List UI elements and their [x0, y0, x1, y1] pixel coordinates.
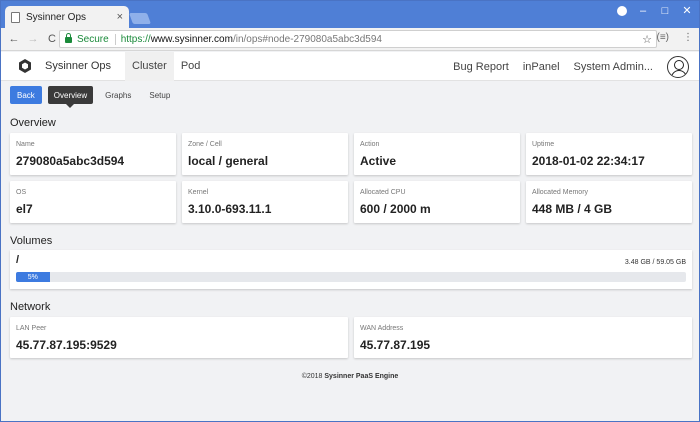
divider: [114, 33, 116, 45]
card-label: OS: [16, 189, 27, 196]
card-os: OS el7: [10, 181, 176, 223]
toolbar-extensions: (≡) ⋮: [657, 32, 694, 43]
reload-icon[interactable]: C: [45, 32, 59, 46]
profile-icon[interactable]: [617, 5, 627, 16]
card-label: Allocated Memory: [532, 189, 589, 196]
card-label: Uptime: [532, 141, 555, 148]
card-value: 600 / 2000 m: [360, 202, 431, 216]
volume-size: 3.48 GB / 59.05 GB: [624, 259, 686, 266]
card-label: WAN Address: [360, 325, 404, 332]
back-button[interactable]: Back: [10, 86, 42, 104]
overview-title: Overview: [10, 117, 56, 129]
card-value: 279080a5abc3d594: [16, 154, 125, 168]
nav-bug-report[interactable]: Bug Report: [453, 61, 509, 73]
minimize-icon[interactable]: –: [637, 5, 649, 17]
close-window-icon[interactable]: ✕: [681, 4, 693, 17]
card-value: 448 MB / 4 GB: [532, 202, 613, 216]
card-kernel: Kernel 3.10.0-693.11.1: [182, 181, 348, 223]
tab-strip: Sysinner Ops × – □ ✕: [1, 1, 699, 28]
browser-window: Sysinner Ops × – □ ✕ ← → C Secure https:…: [0, 0, 700, 422]
card-label: Allocated CPU: [360, 189, 406, 196]
back-arrow-icon[interactable]: ←: [7, 32, 21, 46]
volume-progress-bar: 5%: [16, 272, 686, 282]
card-label: Name: [16, 141, 35, 148]
card-allocated-cpu: Allocated CPU 600 / 2000 m: [354, 181, 520, 223]
card-name: Name 279080a5abc3d594: [10, 133, 176, 175]
card-value: 3.10.0-693.11.1: [188, 202, 272, 216]
sysinner-logo-icon[interactable]: [17, 58, 33, 74]
sub-tabs: Back Overview Graphs Setup: [10, 86, 176, 108]
maximize-icon[interactable]: □: [659, 5, 671, 17]
browser-toolbar: ← → C Secure https://www.sysinner.com/in…: [1, 28, 699, 51]
tab-setup[interactable]: Setup: [143, 86, 176, 104]
footer: ©2018 Sysinner PaaS Engine: [1, 373, 699, 380]
nav-system-admin[interactable]: System Admin...: [574, 61, 653, 73]
lock-icon: [65, 33, 72, 43]
card-label: Action: [360, 141, 380, 148]
tab-close-icon[interactable]: ×: [117, 11, 123, 23]
app-navbar: Sysinner Ops Cluster Pod Bug Report inPa…: [1, 51, 699, 81]
page-icon: [11, 11, 20, 23]
card-value: 45.77.87.195:9529: [16, 338, 117, 352]
user-avatar-icon[interactable]: [667, 55, 689, 78]
url-host: www.sysinner.com: [150, 33, 233, 45]
card-uptime: Uptime 2018-01-02 22:34:17: [526, 133, 692, 175]
card-wan-address: WAN Address 45.77.87.195: [354, 317, 692, 358]
url-scheme: https://: [120, 33, 151, 45]
network-title: Network: [10, 301, 51, 313]
tab-overview[interactable]: Overview: [47, 86, 94, 108]
card-value: 2018-01-02 22:34:17: [532, 154, 645, 168]
nav-inpanel[interactable]: inPanel: [523, 61, 560, 73]
volume-progress-fill: 5%: [16, 272, 50, 282]
tab-graphs[interactable]: Graphs: [99, 86, 137, 104]
card-lan-peer: LAN Peer 45.77.87.195:9529: [10, 317, 348, 358]
forward-arrow-icon[interactable]: →: [26, 32, 40, 46]
bookmark-star-icon[interactable]: ☆: [642, 33, 652, 46]
volumes-title: Volumes: [10, 235, 53, 247]
nav-cluster[interactable]: Cluster: [125, 51, 174, 81]
nav-pod[interactable]: Pod: [174, 52, 208, 81]
tab-title: Sysinner Ops: [26, 11, 87, 23]
card-value: 45.77.87.195: [360, 338, 431, 352]
extension-icon[interactable]: (≡): [657, 32, 670, 43]
card-value: el7: [16, 202, 33, 216]
secure-label: Secure: [77, 33, 109, 45]
navbar-right: Bug Report inPanel System Admin...: [453, 52, 689, 81]
new-tab-button[interactable]: [128, 13, 152, 24]
url-path: /in/ops#node-279080a5abc3d594: [232, 33, 382, 45]
card-label: Kernel: [188, 189, 209, 196]
footer-copyright: ©2018: [301, 373, 323, 380]
brand-name[interactable]: Sysinner Ops: [45, 60, 125, 72]
volume-card: / 3.48 GB / 59.05 GB 5%: [10, 250, 692, 289]
card-value: local / general: [188, 154, 269, 168]
card-label: Zone / Cell: [188, 141, 222, 148]
browser-menu-icon[interactable]: ⋮: [683, 32, 693, 43]
volume-mount: /: [16, 254, 20, 266]
card-action: Action Active: [354, 133, 520, 175]
card-allocated-memory: Allocated Memory 448 MB / 4 GB: [526, 181, 692, 223]
card-zone-cell: Zone / Cell local / general: [182, 133, 348, 175]
browser-tab[interactable]: Sysinner Ops ×: [5, 6, 129, 28]
footer-product: Sysinner PaaS Engine: [324, 373, 399, 380]
card-label: LAN Peer: [16, 325, 47, 332]
address-bar[interactable]: Secure https://www.sysinner.com/in/ops#n…: [59, 30, 657, 48]
window-controls: – □ ✕: [617, 4, 693, 17]
card-value: Active: [360, 154, 397, 168]
